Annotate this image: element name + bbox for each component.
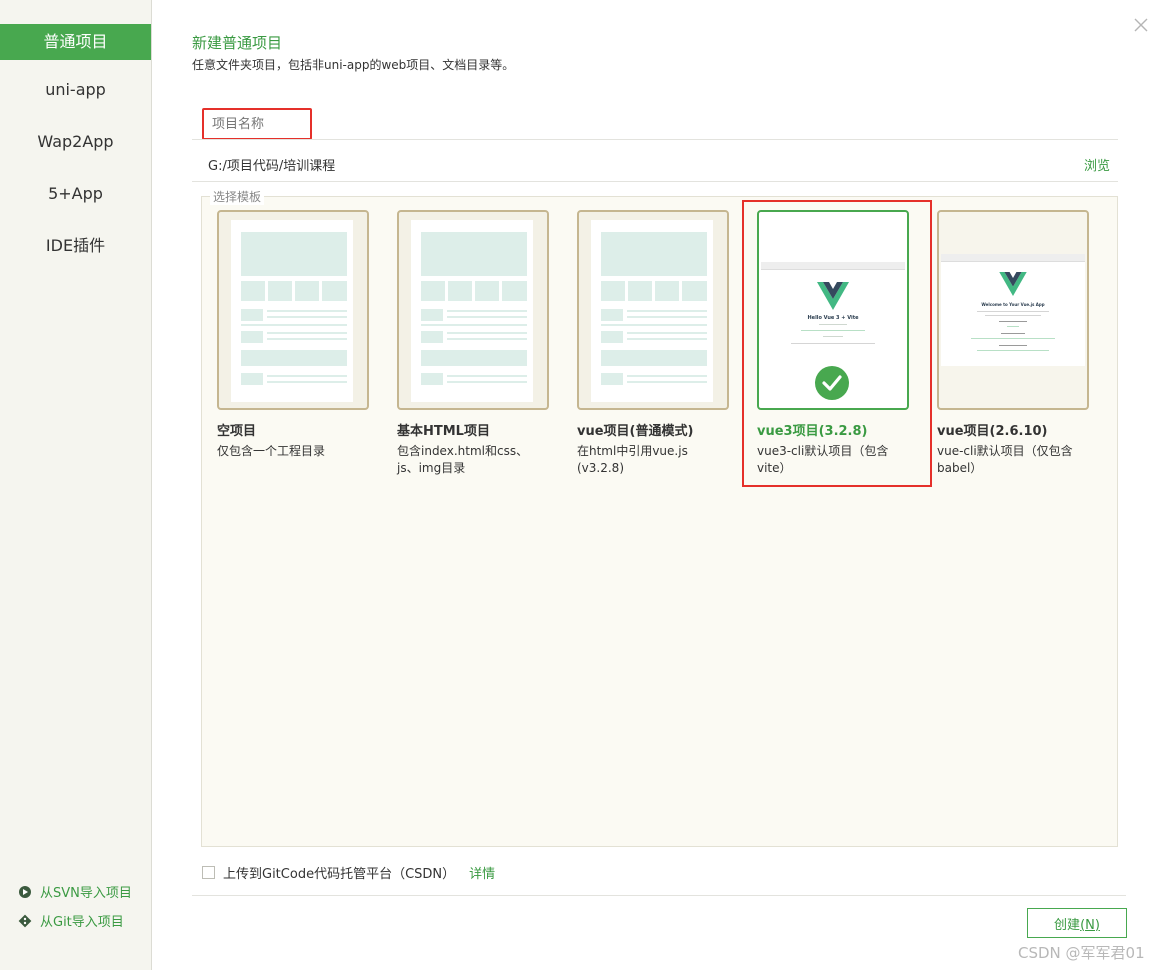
page-title: 新建普通项目 bbox=[192, 34, 283, 52]
template-thumbnail[interactable]: Welcome to Your Vue.js App bbox=[937, 210, 1089, 410]
template-title: vue项目(2.6.10) bbox=[937, 424, 1048, 439]
template-card-basic-html[interactable]: 基本HTML项目 包含index.html和css、js、img目录 bbox=[397, 210, 549, 477]
template-title: vue3项目(3.2.8) bbox=[757, 424, 868, 439]
create-button[interactable]: 创建(N) bbox=[1027, 908, 1127, 938]
template-description: vue3-cli默认项目（包含vite） bbox=[757, 444, 889, 475]
import-from-svn-link[interactable]: 从SVN导入项目 bbox=[18, 882, 132, 901]
vue-logo-icon bbox=[817, 282, 849, 310]
watermark-text: CSDN @军军君01 bbox=[1018, 944, 1145, 962]
import-svn-label: 从SVN导入项目 bbox=[40, 886, 132, 901]
preview-heading: Hello Vue 3 + Vite bbox=[807, 315, 859, 321]
main-panel: 新建普通项目 任意文件夹项目，包括非uni-app的web项目、文档目录等。 G… bbox=[152, 0, 1168, 970]
template-thumbnail[interactable] bbox=[217, 210, 369, 410]
sidebar: 普通项目 uni-app Wap2App 5+App IDE插件 从SVN导入项… bbox=[0, 0, 152, 970]
gitcode-upload-checkbox[interactable] bbox=[202, 866, 215, 879]
template-title: 空项目 bbox=[217, 424, 257, 439]
gitcode-upload-option: 上传到GitCode代码托管平台（CSDN） 详情 bbox=[202, 863, 495, 882]
sidebar-item-5plus-app[interactable]: 5+App bbox=[0, 168, 151, 220]
template-description: 在html中引用vue.js (v3.2.8) bbox=[577, 444, 688, 475]
import-git-label: 从Git导入项目 bbox=[40, 915, 124, 930]
template-card-empty[interactable]: 空项目 仅包含一个工程目录 bbox=[217, 210, 369, 460]
template-thumbnail[interactable] bbox=[397, 210, 549, 410]
template-description: 包含index.html和css、js、img目录 bbox=[397, 444, 529, 475]
sidebar-item-ide-plugin[interactable]: IDE插件 bbox=[0, 220, 151, 272]
project-name-input[interactable] bbox=[202, 108, 312, 140]
vue-logo-icon bbox=[999, 272, 1027, 296]
template-title: vue项目(普通模式) bbox=[577, 424, 694, 439]
divider bbox=[192, 895, 1126, 896]
template-title: 基本HTML项目 bbox=[397, 424, 490, 439]
preview-heading: Welcome to Your Vue.js App bbox=[981, 302, 1045, 307]
create-shortcut: (N) bbox=[1080, 917, 1100, 933]
vue2-preview: Welcome to Your Vue.js App bbox=[941, 254, 1085, 366]
project-path[interactable]: G:/项目代码/培训课程 bbox=[208, 155, 335, 174]
svn-icon bbox=[18, 885, 32, 899]
template-description: vue-cli默认项目（仅包含babel） bbox=[937, 444, 1073, 475]
template-thumbnail-selected[interactable]: Hello Vue 3 + Vite bbox=[757, 210, 909, 410]
sidebar-item-wap2app[interactable]: Wap2App bbox=[0, 116, 151, 168]
close-icon[interactable] bbox=[1132, 16, 1150, 34]
template-card-vue2[interactable]: Welcome to Your Vue.js App vue项目(2.6.10)… bbox=[937, 210, 1089, 477]
import-from-git-link[interactable]: 从Git导入项目 bbox=[18, 911, 124, 930]
vue3-preview: Hello Vue 3 + Vite bbox=[761, 262, 905, 360]
template-description: 仅包含一个工程目录 bbox=[217, 444, 326, 458]
selected-check-icon bbox=[815, 366, 849, 400]
git-icon bbox=[18, 914, 32, 928]
details-link[interactable]: 详情 bbox=[469, 863, 495, 882]
sidebar-item-normal-project[interactable]: 普通项目 bbox=[0, 24, 151, 60]
create-button-label: 创建 bbox=[1054, 917, 1081, 933]
project-type-nav: 普通项目 uni-app Wap2App 5+App IDE插件 bbox=[0, 24, 151, 272]
template-legend: 选择模板 bbox=[210, 188, 265, 205]
divider bbox=[192, 139, 1118, 140]
template-card-vue-normal[interactable]: vue项目(普通模式) 在html中引用vue.js (v3.2.8) bbox=[577, 210, 729, 477]
divider bbox=[192, 181, 1118, 182]
template-card-vue3[interactable]: Hello Vue 3 + Vite vue3项目(3.2.8) vue3-cl… bbox=[757, 210, 909, 477]
gitcode-upload-label[interactable]: 上传到GitCode代码托管平台（CSDN） bbox=[223, 863, 455, 882]
browse-button[interactable]: 浏览 bbox=[1084, 155, 1110, 174]
page-subtitle: 任意文件夹项目，包括非uni-app的web项目、文档目录等。 bbox=[192, 58, 515, 72]
template-thumbnail[interactable] bbox=[577, 210, 729, 410]
sidebar-item-uni-app[interactable]: uni-app bbox=[0, 64, 151, 116]
